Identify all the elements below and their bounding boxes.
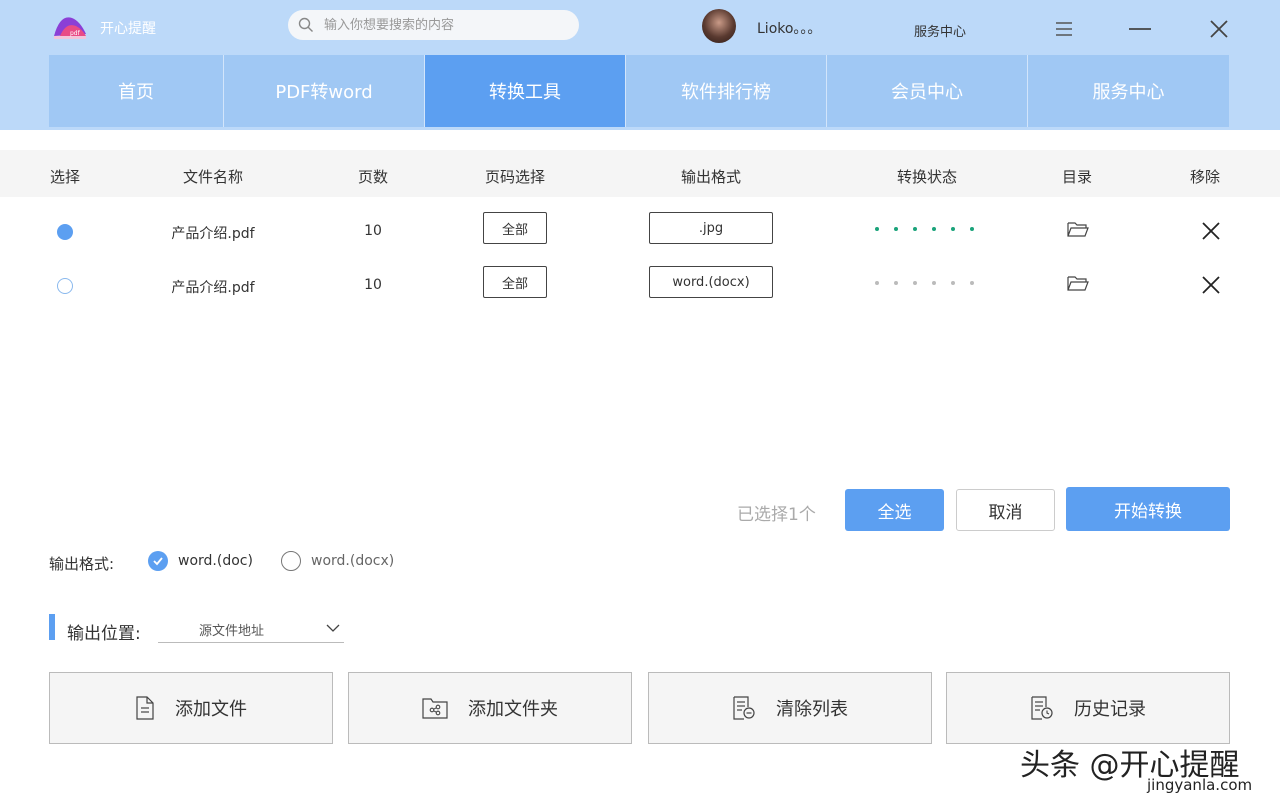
search-box[interactable] <box>288 10 579 40</box>
col-format: 输出格式 <box>680 168 742 186</box>
col-remove: 移除 <box>1189 168 1221 186</box>
clear-list-icon <box>733 696 755 720</box>
col-pages: 页数 <box>357 168 389 186</box>
menu-icon[interactable] <box>1049 14 1079 44</box>
col-select: 选择 <box>49 168 81 186</box>
status-progress <box>875 227 974 231</box>
service-center-link[interactable]: 服务中心 <box>914 21 966 40</box>
row-filename: 产品介绍.pdf <box>171 280 255 296</box>
output-format-label: 输出格式: <box>49 555 115 573</box>
tab-convert-tools[interactable]: 转换工具 <box>425 55 626 127</box>
app-name: 开心提醒 <box>100 21 156 37</box>
file-icon <box>136 696 154 720</box>
row-pages: 10 <box>364 223 382 239</box>
app-logo-icon: pdf <box>54 17 86 39</box>
cancel-button[interactable]: 取消 <box>956 489 1055 531</box>
tab-software-ranking[interactable]: 软件排行榜 <box>626 55 827 127</box>
section-marker <box>49 614 55 640</box>
select-all-button[interactable]: 全选 <box>845 489 944 531</box>
remove-icon[interactable] <box>1200 274 1222 296</box>
page-select-button[interactable]: 全部 <box>483 266 547 298</box>
row-pages: 10 <box>364 277 382 293</box>
start-convert-button[interactable]: 开始转换 <box>1066 487 1230 531</box>
format-option-label: word.(doc) <box>178 553 253 569</box>
selected-count: 已选择1个 <box>737 505 816 525</box>
status-progress <box>875 281 974 285</box>
add-folder-button[interactable]: 添加文件夹 <box>348 672 632 744</box>
main-nav: 首页 PDF转word 转换工具 软件排行榜 会员中心 服务中心 <box>49 55 1229 127</box>
tab-home[interactable]: 首页 <box>49 55 224 127</box>
output-location-label: 输出位置: <box>67 624 141 644</box>
clear-list-button[interactable]: 清除列表 <box>648 672 932 744</box>
format-option-doc[interactable]: word.(doc) <box>148 551 253 571</box>
tab-pdf-to-word[interactable]: PDF转word <box>224 55 425 127</box>
col-page-select: 页码选择 <box>484 168 546 186</box>
search-input[interactable] <box>324 10 564 40</box>
col-filename: 文件名称 <box>182 168 244 186</box>
row-select-radio[interactable] <box>57 224 73 240</box>
tab-member-center[interactable]: 会员中心 <box>827 55 1028 127</box>
history-icon <box>1031 696 1053 720</box>
remove-icon[interactable] <box>1200 220 1222 242</box>
table-header: 选择 文件名称 页数 页码选择 输出格式 转换状态 目录 移除 <box>0 150 1280 197</box>
col-directory: 目录 <box>1061 168 1093 186</box>
clear-list-label: 清除列表 <box>776 699 848 720</box>
chevron-down-icon <box>326 624 340 632</box>
watermark-url: jingyanla.com <box>1147 776 1253 794</box>
add-folder-label: 添加文件夹 <box>468 699 558 720</box>
output-location-value: 源文件地址 <box>199 624 265 639</box>
minimize-icon[interactable] <box>1125 14 1155 44</box>
add-file-label: 添加文件 <box>175 699 247 720</box>
add-file-button[interactable]: 添加文件 <box>49 672 333 744</box>
radio-icon[interactable] <box>281 551 301 571</box>
format-select[interactable]: .jpg <box>649 212 773 244</box>
format-option-docx[interactable]: word.(docx) <box>281 551 394 571</box>
history-button[interactable]: 历史记录 <box>946 672 1230 744</box>
avatar[interactable] <box>702 9 736 43</box>
col-status: 转换状态 <box>896 168 958 186</box>
row-filename: 产品介绍.pdf <box>171 226 255 242</box>
header: pdf 开心提醒 Lioko。。。 服务中心 首页 PDF转word 转换工具 … <box>0 0 1280 130</box>
tab-service-center[interactable]: 服务中心 <box>1028 55 1229 127</box>
search-icon <box>298 17 313 32</box>
check-icon[interactable] <box>148 551 168 571</box>
svg-text:pdf: pdf <box>70 30 81 37</box>
folder-share-icon <box>422 698 448 719</box>
folder-icon[interactable] <box>1067 220 1089 238</box>
row-select-radio[interactable] <box>57 278 73 294</box>
close-icon[interactable] <box>1204 14 1234 44</box>
table-row: 产品介绍.pdf 10 全部 word.(docx) <box>0 258 1280 312</box>
username[interactable]: Lioko。。。 <box>757 18 821 38</box>
page-select-button[interactable]: 全部 <box>483 212 547 244</box>
table-row: 产品介绍.pdf 10 全部 .jpg <box>0 204 1280 258</box>
format-select[interactable]: word.(docx) <box>649 266 773 298</box>
output-location-select[interactable]: 源文件地址 <box>158 614 344 643</box>
history-label: 历史记录 <box>1074 699 1146 720</box>
folder-icon[interactable] <box>1067 274 1089 292</box>
format-option-label: word.(docx) <box>311 553 395 569</box>
